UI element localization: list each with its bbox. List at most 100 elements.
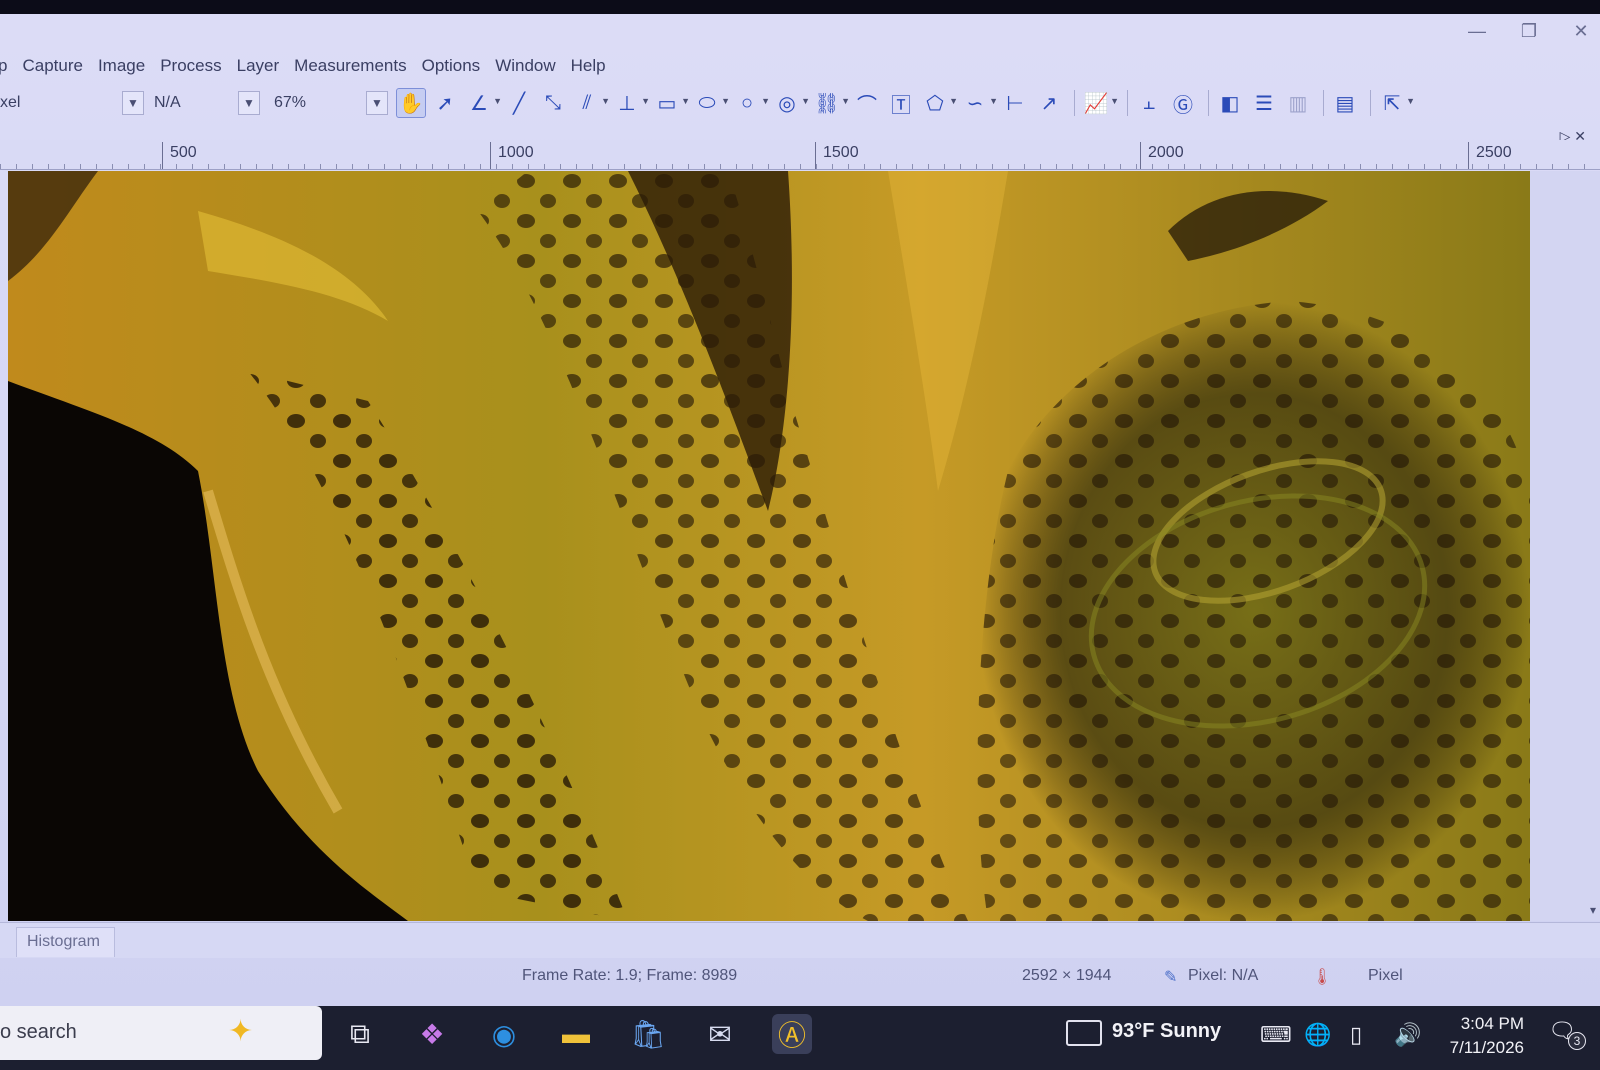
weather-text[interactable]: 93°F Sunny [1112,1020,1221,1043]
point-line-icon[interactable]: ⤡ [538,88,568,118]
menu-options[interactable]: Options [422,56,481,76]
export-icon[interactable]: ⇱ ▼ [1377,88,1415,118]
angle-icon[interactable]: ∠ ▼ [464,88,502,118]
status-resolution: 2592 × 1944 [1022,967,1112,984]
zoom-select-value: 67% [274,94,307,111]
hand-pan-icon[interactable]: ✋ [396,88,426,118]
phone-link-icon[interactable]: ▯ [1350,1022,1362,1048]
tab-histogram[interactable]: Histogram [16,927,115,957]
close-button[interactable]: ✕ [1572,21,1590,42]
status-bar: Frame Rate: 1.9; Frame: 8989 2592 × 1944… [0,960,1600,990]
zoom-select[interactable]: 67% ▼ [268,88,388,118]
copilot-icon[interactable]: ❖ [412,1014,452,1054]
micrograph-image [8,171,1530,921]
ruler-label: 1000 [498,144,534,161]
ellipse-icon[interactable]: ⬭ ▼ [692,88,730,118]
thermometer-icon: 🌡 [1312,969,1333,986]
menu-measurements[interactable]: Measurements [294,56,406,76]
chart-icon[interactable]: 📈 ▼ [1081,88,1119,118]
weather-widget-icon[interactable] [1066,1020,1102,1046]
status-unit: Pixel [1368,967,1403,984]
line-icon[interactable]: ╱ [504,88,534,118]
parallel-lines-icon[interactable]: ⫽ ▼ [572,88,610,118]
unit-select-value: xel [0,94,21,111]
menu-layer[interactable]: Layer [237,56,280,76]
vertical-scrollbar[interactable]: ▾ [1530,171,1600,921]
search-input[interactable]: o search [0,1021,77,1044]
ruler-major-tick [1140,142,1141,169]
rectangle-icon[interactable]: ▭ ▼ [652,88,690,118]
imaging-app-icon[interactable]: Ⓐ [772,1014,812,1054]
ruler-major-tick [162,142,163,169]
select-arrow-icon[interactable]: ➚ [430,88,460,118]
restore-button[interactable]: ❐ [1520,21,1538,42]
calibration-select-value: N/A [154,94,181,111]
volume-icon[interactable]: 🔊 [1394,1022,1421,1048]
toolbar: xel ▼ N/A ▼ 67% ▼ ✋ ➚ ∠ ▼ ╱ ⤡ ⫽ ▼ ⊥ ▼ ▭ ▼ ⬭ ▼… [0,86,1600,120]
screen-bezel [0,0,1600,14]
ruler-label: 1500 [823,144,859,161]
ruler-label: 2500 [1476,144,1512,161]
menu-help[interactable]: Help [571,56,606,76]
alignment-icon[interactable]: ⫠ [1134,88,1164,118]
task-view-icon[interactable]: ⧉ [340,1014,380,1054]
arc-icon[interactable]: ⌒ [852,88,882,118]
taskbar-search[interactable]: o search ✦ [0,1006,322,1060]
circle-icon[interactable]: ○ ▼ [732,88,770,118]
edge-browser-icon[interactable]: ◉ [484,1014,524,1054]
sparkle-icon: ✦ [228,1015,254,1048]
system-clock[interactable]: 3:04 PM 7/11/2026 [1436,1012,1524,1060]
scale-bar-icon[interactable]: ⊢ [1000,88,1030,118]
mail-icon[interactable]: ✉ [700,1014,740,1054]
toolbar-separator [1370,90,1371,116]
clock-time: 3:04 PM [1460,1014,1524,1033]
stack-icon[interactable]: ☰ [1249,88,1279,118]
toolbar-separator [1074,90,1075,116]
calibration-select[interactable]: N/A ▼ [148,88,260,118]
menu-capture[interactable]: Capture [22,56,82,76]
menu-window[interactable]: Window [495,56,555,76]
toolbar-separator [1208,90,1209,116]
image-canvas[interactable] [8,171,1530,921]
taskbar: o search ✦ ⧉ ❖ ◉ ▬ 🛍 ✉ Ⓐ 93°F Sunny ⌨ 🌐 … [0,1006,1600,1070]
keyboard-icon[interactable]: ⌨ [1260,1022,1292,1048]
concentric-circle-icon[interactable]: ◎ ▼ [772,88,810,118]
chevron-down-icon[interactable]: ▼ [366,91,388,115]
toolbar-separator [1323,90,1324,116]
report-icon[interactable]: ▤ [1330,88,1360,118]
chevron-down-icon[interactable]: ▼ [122,91,144,115]
ruler-minor-ticks [0,164,1600,169]
menu-image[interactable]: Image [98,56,145,76]
file-explorer-icon[interactable]: ▬ [556,1014,596,1054]
status-pixel-value: Pixel: N/A [1188,967,1259,984]
text-icon[interactable]: 🅃 [886,88,916,118]
chevron-down-icon[interactable]: ▼ [238,91,260,115]
status-frame-info: Frame Rate: 1.9; Frame: 8989 [522,967,738,984]
menu-app[interactable]: p [0,56,7,76]
grid-icon[interactable]: Ⓖ [1168,88,1198,118]
store-icon[interactable]: 🛍 [628,1014,668,1054]
layer-icon[interactable]: ◧ [1215,88,1245,118]
minimize-button[interactable]: — [1468,21,1486,42]
ruler-label: 500 [170,144,197,161]
ruler-major-tick [490,142,491,169]
toolbar-separator [1127,90,1128,116]
curve-icon[interactable]: ∽ ▼ [960,88,998,118]
ruler-major-tick [1468,142,1469,169]
perpendicular-icon[interactable]: ⊥ ▼ [612,88,650,118]
unit-select[interactable]: xel ▼ [0,88,144,118]
menu-process[interactable]: Process [160,56,221,76]
clock-date: 7/11/2026 [1449,1038,1524,1057]
chevron-down-icon[interactable]: ▾ [1590,903,1596,917]
window-controls: — ❐ ✕ [1468,18,1590,44]
link-icon[interactable]: ⛓ ▼ [812,88,850,118]
arrow-icon[interactable]: ↗ [1034,88,1064,118]
polygon-icon[interactable]: ⬠ ▼ [920,88,958,118]
globe-icon[interactable]: 🌐 [1304,1022,1331,1048]
ruler-pencil-icon: ✎ [1164,969,1178,986]
column-icon[interactable]: ▥ [1283,88,1313,118]
ruler-label: 2000 [1148,144,1184,161]
tool-group: ✋ ➚ ∠ ▼ ╱ ⤡ ⫽ ▼ ⊥ ▼ ▭ ▼ ⬭ ▼ ○ ▼ ◎ ▼ ⛓ ▼ ⌒ 🅃 ⬠ ▼ ∽… [396,88,1415,118]
notification-button[interactable]: 🗨 3 [1548,1018,1586,1050]
menu-bar: p Capture Image Process Layer Measuremen… [0,52,621,80]
